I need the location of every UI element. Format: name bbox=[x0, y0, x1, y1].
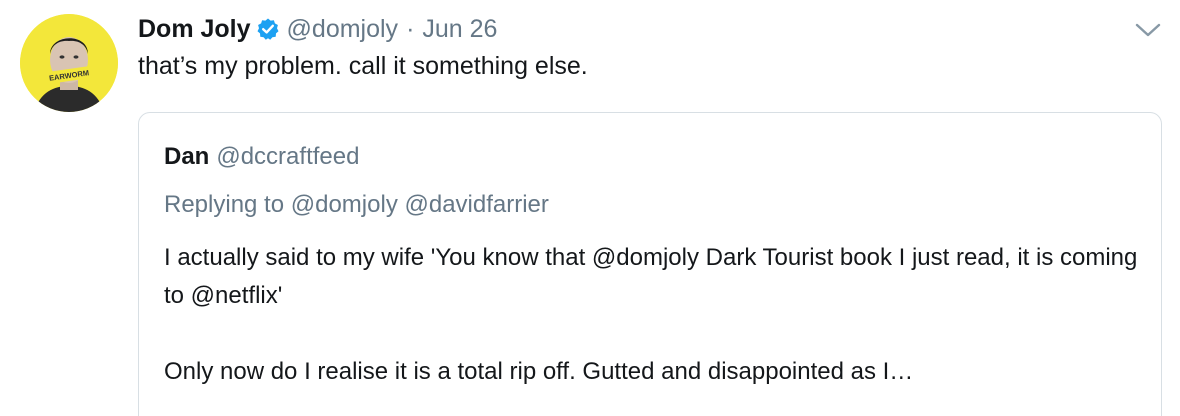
quoted-tweet[interactable]: Dan @dccraftfeed Replying to @domjoly @da… bbox=[138, 112, 1162, 416]
quoted-paragraph-2: Only now do I realise it is a total rip … bbox=[164, 358, 914, 385]
tweet-header: Dom Joly @domjoly · Jun 26 bbox=[138, 12, 497, 46]
avatar[interactable]: EARWORM bbox=[20, 14, 118, 112]
header-separator: · bbox=[406, 14, 415, 43]
tweet[interactable]: EARWORM Dom Joly @domjoly · Jun 26 that’… bbox=[0, 0, 1180, 416]
quoted-author-name: Dan bbox=[164, 143, 210, 170]
quoted-tweet-header: Dan @dccraftfeed bbox=[164, 143, 359, 171]
replying-to-mention[interactable]: @domjoly bbox=[291, 191, 398, 218]
tweet-text: that’s my problem. call it something els… bbox=[138, 52, 588, 80]
verified-badge-icon bbox=[256, 17, 280, 41]
tweet-date[interactable]: Jun 26 bbox=[422, 15, 497, 44]
replying-to-line: Replying to @domjoly @davidfarrier bbox=[164, 191, 549, 219]
quoted-tweet-body: I actually said to my wife 'You know tha… bbox=[164, 239, 1144, 391]
quoted-author-handle: @dccraftfeed bbox=[216, 143, 360, 170]
author-handle[interactable]: @domjoly bbox=[287, 15, 399, 44]
avatar-photo: EARWORM bbox=[20, 14, 118, 112]
replying-to-mention[interactable]: @davidfarrier bbox=[404, 191, 548, 218]
author-name[interactable]: Dom Joly bbox=[138, 15, 251, 44]
quoted-paragraph-1: I actually said to my wife 'You know tha… bbox=[164, 244, 1138, 309]
replying-to-label: Replying to bbox=[164, 191, 285, 218]
chevron-down-icon[interactable] bbox=[1132, 18, 1164, 42]
